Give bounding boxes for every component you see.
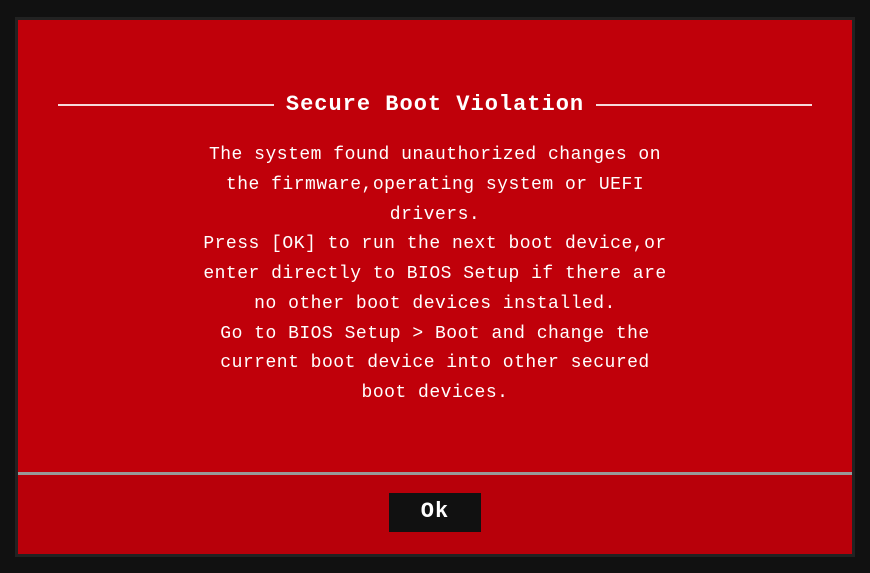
message-line7: Go to BIOS Setup > Boot and change the xyxy=(220,324,649,344)
message-line4: Press [OK] to run the next boot device,o… xyxy=(203,234,666,254)
message-line3: drivers. xyxy=(390,205,480,225)
message-body: The system found unauthorized changes on… xyxy=(58,141,812,408)
button-area: Ok xyxy=(18,472,852,554)
secure-boot-dialog: Secure Boot Violation The system found u… xyxy=(15,17,855,557)
title-line-left xyxy=(58,104,274,106)
message-line8: current boot device into other secured xyxy=(220,353,649,373)
ok-button[interactable]: Ok xyxy=(389,493,481,532)
dialog-title: Secure Boot Violation xyxy=(274,92,596,117)
message-line6: no other boot devices installed. xyxy=(254,294,616,314)
message-line2: the firmware,operating system or UEFI xyxy=(226,175,644,195)
title-line-right xyxy=(596,104,812,106)
main-content-area: Secure Boot Violation The system found u… xyxy=(18,20,852,472)
title-bar: Secure Boot Violation xyxy=(58,92,812,117)
message-line9: boot devices. xyxy=(362,383,509,403)
message-line5: enter directly to BIOS Setup if there ar… xyxy=(203,264,666,284)
message-line1: The system found unauthorized changes on xyxy=(209,145,661,165)
